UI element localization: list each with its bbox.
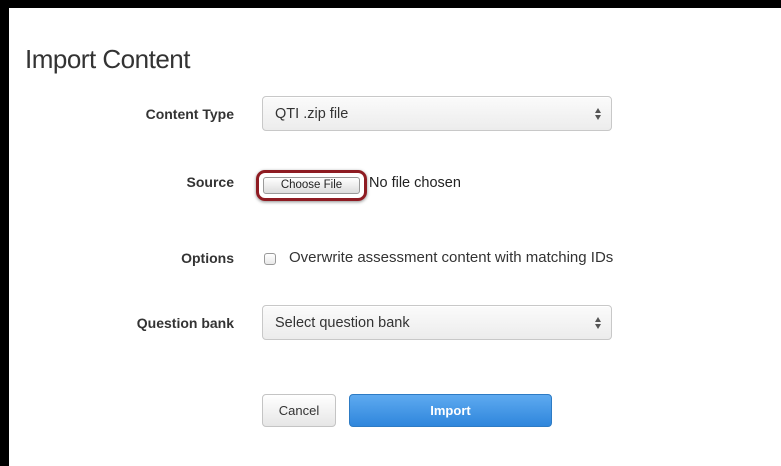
cancel-button[interactable]: Cancel — [262, 394, 336, 427]
question-bank-select[interactable]: Select question bank — [262, 305, 612, 340]
content-type-value: QTI .zip file — [275, 106, 349, 122]
file-status-text: No file chosen — [369, 175, 461, 191]
choose-file-highlight: Choose File — [256, 170, 367, 201]
content-type-label: Content Type — [145, 106, 234, 122]
select-arrows-icon — [593, 105, 603, 123]
dialog-title: Import Content — [25, 44, 190, 74]
overwrite-checkbox[interactable] — [264, 253, 276, 265]
overwrite-checkbox-label[interactable]: Overwrite assessment content with matchi… — [289, 249, 613, 266]
question-bank-label: Question bank — [136, 315, 234, 331]
import-button[interactable]: Import — [349, 394, 552, 427]
source-label: Source — [186, 174, 234, 190]
select-arrows-icon — [593, 314, 603, 332]
content-type-select[interactable]: QTI .zip file — [262, 96, 612, 131]
options-label: Options — [181, 250, 234, 266]
question-bank-value: Select question bank — [275, 315, 410, 331]
import-content-dialog: Import Content Content Type QTI .zip fil… — [9, 8, 781, 466]
choose-file-button[interactable]: Choose File — [263, 177, 360, 194]
